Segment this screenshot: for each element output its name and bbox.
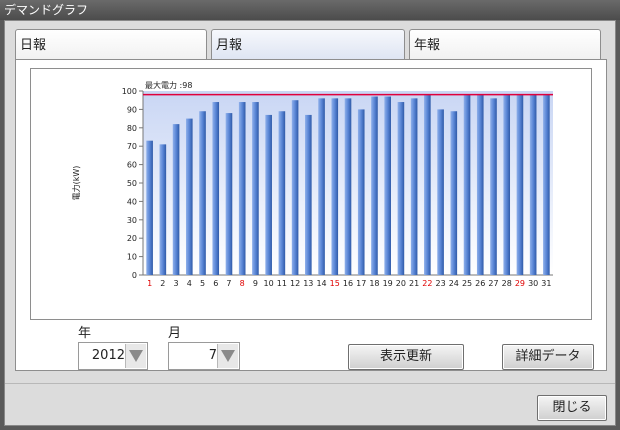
bar — [397, 102, 405, 275]
y-tick-label: 30 — [127, 216, 137, 225]
x-tick-label: 23 — [435, 279, 445, 288]
x-tick-label: 12 — [290, 279, 300, 288]
month-label: 月 — [168, 326, 182, 341]
y-tick-label: 10 — [127, 253, 137, 262]
bar — [172, 124, 180, 275]
window-title: デマンドグラフ — [0, 0, 620, 20]
bar — [410, 98, 418, 275]
chevron-down-icon[interactable] — [217, 344, 238, 368]
month-value: 7 — [208, 348, 217, 363]
footer-divider — [5, 383, 615, 384]
y-tick-label: 90 — [127, 105, 137, 114]
x-tick-label: 9 — [253, 279, 258, 288]
bar — [305, 114, 312, 275]
tab-panel: 0 10 20 30 40 50 60 70 80 90 100 電力(kW) 1 2 3 4 5 6 7 8 9 10 1… — [15, 59, 607, 371]
bar — [450, 111, 458, 275]
y-tick-label: 100 — [122, 87, 137, 96]
bar — [437, 109, 444, 276]
y-tick-label: 0 — [132, 271, 137, 280]
x-tick-label: 20 — [396, 279, 406, 288]
x-tick-label: 29 — [515, 279, 525, 288]
bar — [543, 94, 550, 276]
x-tick-label: 19 — [383, 279, 393, 288]
x-tick-label: 17 — [356, 279, 366, 288]
x-tick-label: 4 — [187, 279, 192, 288]
x-tick-label: 3 — [174, 279, 179, 288]
bar — [146, 140, 153, 275]
bar — [424, 94, 431, 276]
bar — [503, 94, 511, 276]
x-tick-label: 27 — [488, 279, 498, 288]
x-tick-label: 30 — [528, 279, 538, 288]
x-tick-label: 25 — [462, 279, 472, 288]
refresh-button[interactable]: 表示更新 — [348, 344, 464, 370]
year-label: 年 — [78, 326, 92, 341]
x-tick-label: 14 — [316, 279, 326, 288]
x-tick-label: 11 — [277, 279, 287, 288]
detail-data-button[interactable]: 詳細データ — [502, 344, 594, 370]
demand-chart: 0102030405060708090100電力(kW)1 2 3 4 5 6 7 8 9 10 1… — [71, 80, 553, 288]
chart-frame: 0 10 20 30 40 50 60 70 80 90 100 電力(kW) 1 2 3 4 5 6 7 8 9 10 1… — [30, 68, 592, 320]
x-tick-label: 18 — [369, 279, 379, 288]
bar — [291, 100, 299, 275]
max-power-label: 最大電力 :98 — [145, 80, 192, 90]
tab-monthly[interactable]: 月報 — [211, 29, 405, 61]
tab-yearly[interactable]: 年報 — [409, 29, 601, 61]
bar — [476, 94, 484, 276]
bar — [344, 98, 352, 275]
bar — [252, 102, 259, 275]
bar — [318, 98, 325, 275]
bar — [278, 111, 286, 275]
x-tick-label: 2 — [160, 279, 165, 288]
month-select[interactable]: 7 — [168, 342, 240, 370]
bar — [357, 109, 365, 276]
bar — [529, 94, 537, 276]
tab-daily[interactable]: 日報 — [15, 29, 207, 61]
bar — [185, 118, 193, 275]
y-tick-label: 70 — [127, 142, 137, 151]
chevron-down-icon[interactable] — [125, 344, 146, 368]
x-tick-label: 26 — [475, 279, 485, 288]
bar — [238, 102, 246, 275]
x-tick-label: 24 — [449, 279, 459, 288]
x-tick-label: 13 — [303, 279, 313, 288]
year-value: 2012 — [91, 348, 125, 363]
bar — [384, 96, 391, 275]
bar — [199, 111, 206, 275]
bar — [371, 96, 378, 275]
year-select[interactable]: 2012 — [78, 342, 148, 370]
bar — [225, 113, 233, 275]
y-tick-label: 50 — [127, 179, 137, 188]
y-tick-label: 60 — [127, 161, 137, 170]
close-button[interactable]: 閉じる — [537, 395, 607, 421]
bar — [212, 102, 220, 275]
bar — [463, 94, 471, 276]
x-tick-label: 7 — [226, 279, 231, 288]
bar — [265, 114, 272, 275]
y-tick-label: 80 — [127, 124, 137, 133]
bar — [490, 98, 497, 275]
x-tick-label: 10 — [264, 279, 274, 288]
x-tick-label: 15 — [330, 279, 340, 288]
y-axis-label: 電力(kW) — [71, 166, 81, 201]
x-tick-label: 31 — [541, 279, 551, 288]
bar — [331, 98, 339, 275]
x-tick-label: 28 — [502, 279, 512, 288]
bar — [516, 94, 524, 276]
y-tick-label: 20 — [127, 234, 137, 243]
bar — [159, 144, 167, 275]
x-tick-label: 1 — [147, 279, 152, 288]
x-tick-label: 6 — [213, 279, 218, 288]
demand-graph-window: 日報 月報 年報 0 10 20 30 40 50 60 70 80 90 100 電力(kW) 1 2 3… — [4, 20, 616, 426]
x-tick-label: 22 — [422, 279, 432, 288]
x-tick-label: 16 — [343, 279, 353, 288]
x-tick-label: 8 — [240, 279, 245, 288]
y-tick-label: 40 — [127, 197, 137, 206]
x-tick-label: 21 — [409, 279, 419, 288]
x-tick-label: 5 — [200, 279, 205, 288]
